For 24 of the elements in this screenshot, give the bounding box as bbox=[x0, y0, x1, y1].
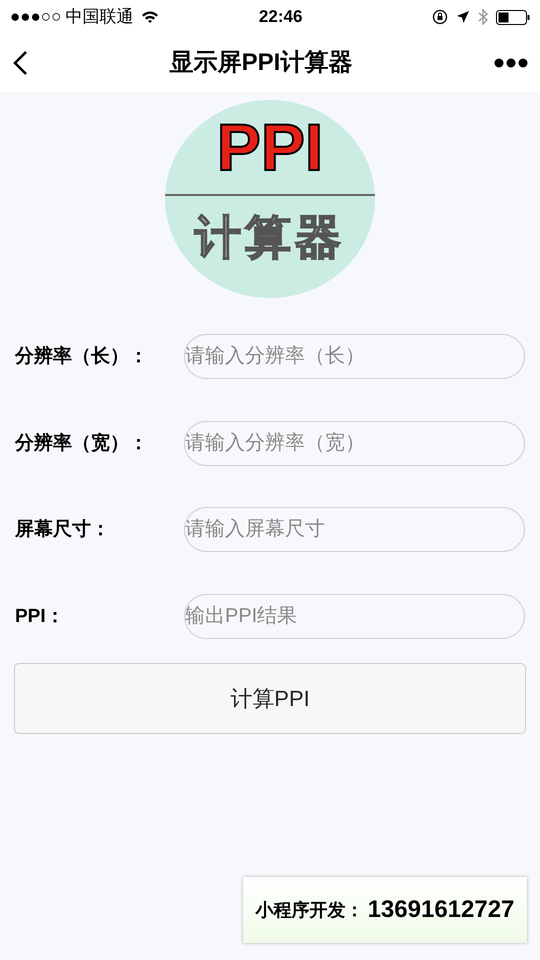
phone-number: 13691612727 bbox=[368, 895, 514, 925]
wifi-icon bbox=[141, 10, 160, 24]
bluetooth-icon bbox=[478, 9, 488, 25]
field-label: 屏幕尺寸： bbox=[15, 518, 111, 542]
logo-text: 计算器 bbox=[195, 214, 345, 260]
input-field[interactable]: 输出PPI结果 bbox=[184, 594, 525, 638]
field-label: 分辨率（宽）： bbox=[15, 432, 149, 456]
field-label: PPI： bbox=[15, 604, 66, 628]
input-field[interactable]: 请输入分辨率（长） bbox=[184, 334, 525, 379]
carrier-name: 中国联通 bbox=[65, 6, 134, 28]
page-title: 显示屏PPI计算器 bbox=[170, 48, 352, 78]
input-field[interactable]: 请输入分辨率（宽） bbox=[184, 420, 525, 466]
input-field[interactable]: 请输入屏幕尺寸 bbox=[184, 507, 525, 552]
back-icon[interactable] bbox=[12, 50, 28, 76]
rotation-lock-icon bbox=[432, 9, 448, 25]
field-label: 分辨率（长）： bbox=[15, 344, 149, 369]
calculate-button[interactable]: 计算PPI bbox=[14, 663, 526, 734]
location-arrow-icon bbox=[456, 10, 470, 24]
battery-icon bbox=[496, 10, 530, 24]
signal-dots: ●●●○○ bbox=[10, 6, 62, 28]
banner-label: 小程序开发： bbox=[256, 898, 364, 922]
logo-text: PPI bbox=[216, 114, 324, 180]
more-icon[interactable] bbox=[494, 58, 528, 68]
clock: 22:46 bbox=[258, 6, 302, 28]
